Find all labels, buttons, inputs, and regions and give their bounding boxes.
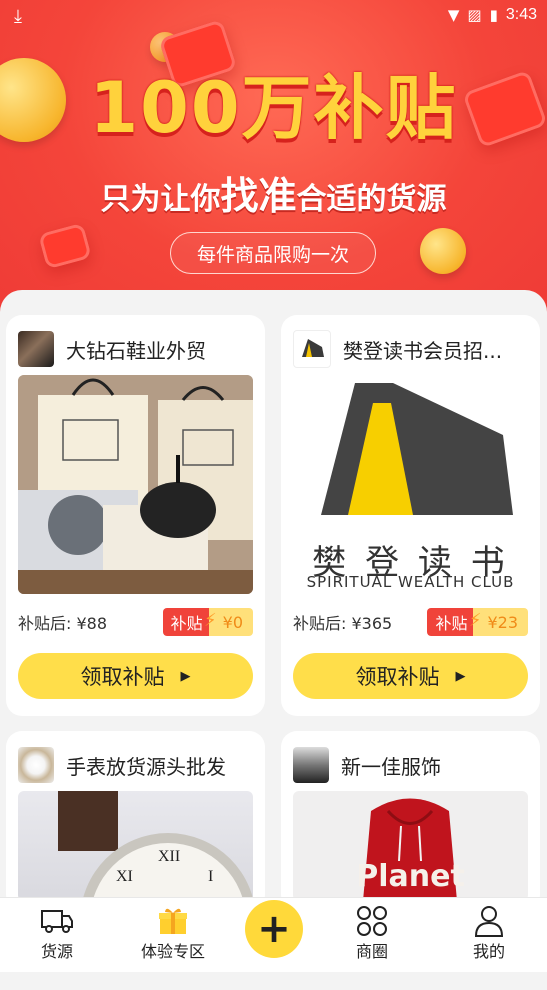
nav-label: 体验专区 bbox=[140, 942, 205, 961]
gift-icon bbox=[128, 904, 218, 938]
banner-subtitle: 只为让你找准合适的货源 bbox=[0, 165, 547, 220]
hoodie-print-text: Planet bbox=[356, 859, 465, 894]
battery-icon: ▮ bbox=[489, 6, 498, 24]
nav-experience-zone[interactable]: 体验专区 bbox=[128, 904, 218, 962]
price-after-subsidy: 补贴后: ¥365 bbox=[293, 614, 393, 633]
add-button[interactable]: + bbox=[245, 900, 303, 958]
red-envelope-decoration bbox=[38, 222, 92, 270]
nav-business-circle[interactable]: 商圈 bbox=[327, 904, 417, 962]
price-after-subsidy: 补贴后: ¥88 bbox=[18, 614, 108, 633]
limit-notice-pill: 每件商品限购一次 bbox=[170, 232, 376, 274]
wifi-icon: ▼ bbox=[447, 6, 460, 24]
nav-label: 我的 bbox=[472, 942, 505, 961]
svg-text:I: I bbox=[208, 868, 213, 885]
supplier-name: 大钻石鞋业外贸 bbox=[66, 338, 206, 363]
no-sim-icon: ▨ bbox=[467, 6, 482, 24]
book-logo-icon bbox=[302, 339, 324, 357]
product-image[interactable] bbox=[18, 375, 253, 594]
subsidy-label: 补贴 bbox=[435, 614, 468, 633]
status-time: 3:43 bbox=[505, 6, 537, 23]
play-arrow-icon: ▶ bbox=[455, 668, 466, 684]
bottom-navigation: 货源 体验专区 + 商圈 我的 bbox=[0, 897, 547, 972]
supplier-avatar bbox=[18, 331, 54, 367]
subtitle-emphasis: 找准 bbox=[220, 174, 297, 218]
supplier-card[interactable]: 新一佳服饰 Planet bbox=[281, 731, 540, 911]
supplier-name: 樊登读书会员招... bbox=[343, 338, 503, 363]
product-image[interactable]: XI XII I bbox=[18, 791, 253, 901]
subsidy-badge: 补贴 ⚡ ¥23 bbox=[427, 608, 528, 636]
nav-label: 商圈 bbox=[355, 942, 388, 961]
truck-icon bbox=[12, 904, 102, 938]
claim-subsidy-label: 领取补贴 bbox=[355, 665, 440, 689]
grid-apps-icon bbox=[327, 904, 417, 938]
supplier-name: 新一佳服饰 bbox=[341, 754, 441, 779]
supplier-card[interactable]: 手表放货源头批发 XI XII I bbox=[6, 731, 265, 911]
claim-subsidy-label: 领取补贴 bbox=[80, 665, 165, 689]
subsidy-amount: ¥23 bbox=[473, 608, 528, 636]
nav-supply[interactable]: 货源 bbox=[12, 904, 102, 962]
logo-english-text: SPIRITUAL WEALTH CLUB bbox=[306, 573, 515, 591]
gold-coin-decoration bbox=[420, 228, 466, 274]
lightning-icon: ⚡ bbox=[204, 610, 217, 631]
user-icon bbox=[444, 904, 534, 938]
supplier-avatar bbox=[18, 747, 54, 783]
download-icon: ⤓ bbox=[14, 6, 22, 27]
supplier-name: 手表放货源头批发 bbox=[66, 754, 226, 779]
banner-title: 100万补贴 bbox=[89, 67, 458, 149]
plus-icon: + bbox=[257, 906, 291, 952]
svg-text:XI: XI bbox=[116, 868, 133, 885]
lightning-icon: ⚡ bbox=[468, 610, 482, 631]
subtitle-part: 合适的货源 bbox=[296, 182, 447, 217]
product-image[interactable]: 樊 登 读 书 SPIRITUAL WEALTH CLUB bbox=[293, 375, 528, 594]
nav-label: 货源 bbox=[40, 942, 73, 961]
perfume-gift-bag-image bbox=[18, 375, 253, 594]
product-image[interactable]: Planet bbox=[293, 791, 528, 901]
subtitle-part: 只为让你 bbox=[100, 182, 221, 217]
status-bar: ⤓ ▼ ▨ ▮ 3:43 bbox=[0, 0, 547, 32]
supplier-card[interactable]: 樊登读书会员招... 樊 登 读 书 SPIRITUAL WEALTH CLUB… bbox=[281, 315, 540, 716]
claim-subsidy-button[interactable]: 领取补贴 ▶ bbox=[293, 653, 528, 699]
play-arrow-icon: ▶ bbox=[180, 668, 191, 684]
subsidy-banner: 100万补贴 只为让你找准合适的货源 每件商品限购一次 bbox=[0, 0, 547, 320]
subsidy-label: 补贴 bbox=[170, 614, 203, 633]
svg-text:XII: XII bbox=[158, 848, 180, 865]
subsidy-badge: 补贴 ⚡ ¥0 bbox=[162, 608, 253, 636]
nav-mine[interactable]: 我的 bbox=[444, 904, 534, 962]
wristwatch-image: XI XII I bbox=[58, 791, 253, 901]
claim-subsidy-button[interactable]: 领取补贴 ▶ bbox=[18, 653, 253, 699]
supplier-card[interactable]: 大钻石鞋业外贸 补贴后: ¥88 补贴 ⚡ ¥0 领取补贴 ▶ bbox=[6, 315, 265, 716]
supplier-avatar bbox=[293, 747, 329, 783]
supplier-avatar bbox=[293, 330, 331, 368]
